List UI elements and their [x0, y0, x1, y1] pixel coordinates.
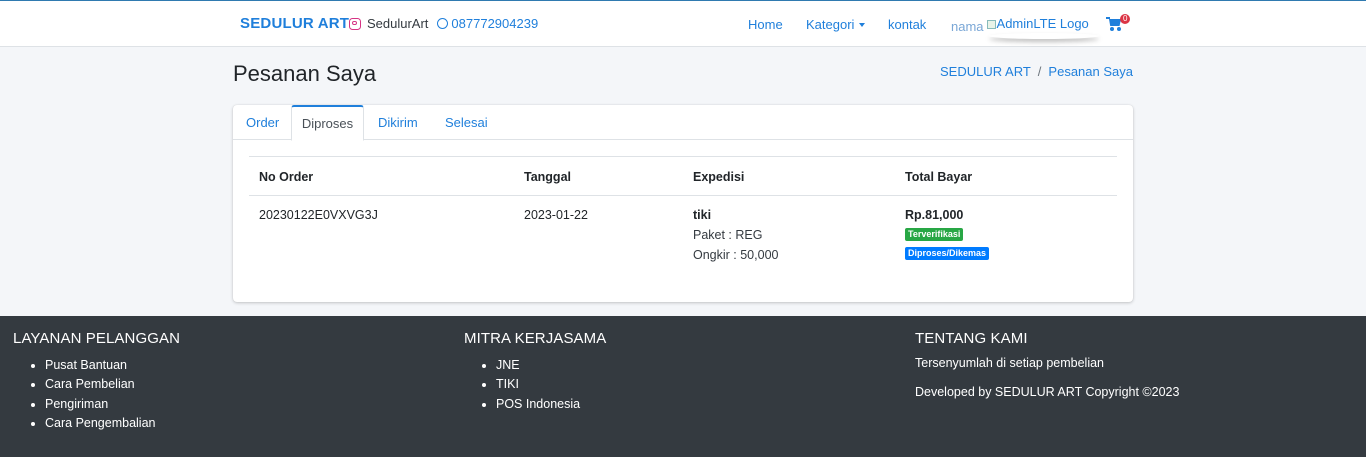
order-expedisi: tiki Paket : REG Ongkir : 50,000 [693, 208, 778, 262]
breadcrumb: SEDULUR ART / Pesanan Saya [940, 64, 1133, 79]
order-status-tabs: Order Diproses Dikirim Selesai [233, 105, 1133, 141]
tab-diproses[interactable]: Diproses [291, 105, 364, 141]
breadcrumb-home-link[interactable]: SEDULUR ART [940, 64, 1031, 79]
total-amount: Rp.81,000 [905, 208, 964, 222]
user-avatar: AdminLTE Logo [986, 16, 1095, 37]
avatar-alt-text: AdminLTE Logo [996, 16, 1089, 31]
caret-down-icon [859, 23, 866, 27]
courier-name: tiki [693, 208, 712, 222]
page-title: Pesanan Saya [233, 61, 377, 86]
whatsapp-icon [437, 18, 449, 29]
footer-partner-jne: JNE [464, 356, 606, 375]
broken-image-icon [986, 20, 996, 29]
order-number: 20230122E0VXVG3J [259, 208, 378, 222]
user-name: nama [951, 19, 984, 34]
nav-kategori-label: Kategori [806, 17, 855, 32]
shipping-cost: Ongkir : 50,000 [693, 248, 779, 262]
status-badge-processing: Diproses/Dikemas [905, 247, 990, 260]
footer-layanan: LAYANAN PELANGGAN Pusat Bantuan Cara Pem… [13, 330, 180, 433]
whatsapp-number[interactable]: 087772904239 [451, 16, 538, 31]
footer-layanan-title: LAYANAN PELANGGAN [13, 330, 181, 347]
footer-link-cara-pengembalian[interactable]: Cara Pengembalian [13, 414, 180, 433]
courier-package: Paket : REG [693, 228, 763, 242]
breadcrumb-current: Pesanan Saya [1048, 64, 1133, 79]
order-total: Rp.81,000 Terverifikasi Diproses/Dikemas [905, 208, 990, 260]
nav-kontak-link[interactable]: kontak [888, 17, 926, 32]
cart-button[interactable]: 0 [1106, 14, 1131, 31]
instagram-icon [349, 17, 361, 30]
user-menu[interactable]: nama AdminLTE Logo [951, 16, 1095, 37]
nav-kategori-dropdown[interactable]: Kategori [806, 17, 866, 32]
table-row: 20230122E0VXVG3J 2023-01-22 tiki Paket :… [249, 196, 1117, 276]
table-header: No Order Tanggal Expedisi Total Bayar [249, 156, 1117, 196]
footer-link-pengiriman[interactable]: Pengiriman [13, 395, 180, 414]
brand-logo[interactable]: SEDULUR ART [240, 15, 349, 32]
breadcrumb-separator: / [1037, 64, 1042, 79]
footer-mitra: MITRA KERJASAMA JNE TIKI POS Indonesia [464, 330, 606, 414]
tab-order[interactable]: Order [246, 105, 279, 140]
orders-card: Order Diproses Dikirim Selesai No Order … [233, 105, 1133, 302]
order-date: 2023-01-22 [524, 208, 588, 222]
header-no-order: No Order [259, 170, 314, 184]
top-navbar: SEDULUR ART SedulurArt 087772904239 Home… [0, 0, 1366, 47]
footer-tentang: TENTANG KAMI Tersenyumlah di setiap pemb… [915, 330, 1179, 399]
header-expedisi: Expedisi [693, 170, 745, 184]
cart-count-badge: 0 [1120, 14, 1131, 24]
tab-selesai[interactable]: Selesai [445, 105, 488, 140]
footer-mitra-title: MITRA KERJASAMA [464, 330, 607, 347]
footer-link-cara-pembelian[interactable]: Cara Pembelian [13, 375, 180, 394]
footer-partner-tiki: TIKI [464, 375, 606, 394]
nav-home-link[interactable]: Home [748, 17, 783, 32]
footer-link-pusat-bantuan[interactable]: Pusat Bantuan [13, 356, 180, 375]
footer-partner-pos: POS Indonesia [464, 395, 606, 414]
footer-tagline: Tersenyumlah di setiap pembelian [915, 356, 1104, 370]
footer-copyright: Developed by SEDULUR ART Copyright ©2023 [915, 385, 1180, 399]
footer: LAYANAN PELANGGAN Pusat Bantuan Cara Pem… [0, 316, 1366, 457]
header-tanggal: Tanggal [524, 170, 571, 184]
tab-dikirim[interactable]: Dikirim [378, 105, 418, 140]
status-badge-verified: Terverifikasi [905, 228, 964, 241]
header-total-bayar: Total Bayar [905, 170, 973, 184]
social-links: SedulurArt 087772904239 [349, 16, 538, 31]
instagram-handle[interactable]: SedulurArt [367, 16, 428, 31]
footer-tentang-title: TENTANG KAMI [915, 330, 1028, 347]
